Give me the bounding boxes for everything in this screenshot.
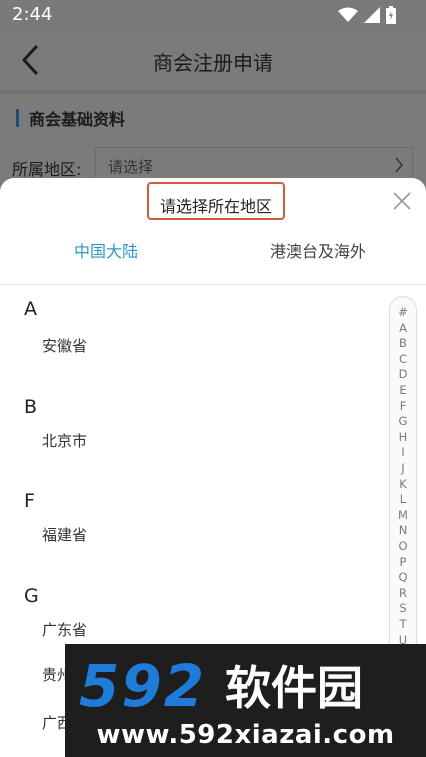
group-letter: B — [24, 396, 38, 418]
tabs-divider — [0, 284, 426, 285]
index-letter[interactable]: # — [390, 305, 416, 319]
group-letter: G — [24, 585, 39, 607]
index-letter[interactable]: L — [390, 492, 416, 506]
tab-mainland[interactable]: 中国大陆 — [74, 238, 138, 262]
section-accent-bar — [16, 109, 19, 127]
index-letter[interactable]: O — [390, 539, 416, 553]
status-bar: 2:44 — [0, 0, 426, 32]
status-icons — [338, 6, 396, 24]
watermark-logo: 592 软件园 — [75, 652, 415, 720]
index-letter[interactable]: Q — [390, 570, 416, 584]
close-icon[interactable] — [392, 191, 412, 211]
page-title: 商会注册申请 — [153, 51, 273, 75]
group-letter: A — [24, 298, 37, 320]
index-letter[interactable]: B — [390, 336, 416, 350]
index-letter[interactable]: P — [390, 555, 416, 569]
index-letter[interactable]: I — [390, 445, 416, 459]
tab-overseas[interactable]: 港澳台及海外 — [270, 238, 366, 262]
province-item[interactable]: 安徽省 — [42, 335, 87, 356]
region-label: 所属地区: — [12, 160, 82, 179]
index-letter[interactable]: C — [390, 352, 416, 366]
section-title: 商会基础资料 — [29, 110, 126, 129]
battery-icon — [386, 6, 396, 24]
index-letter[interactable]: G — [390, 414, 416, 428]
watermark-url: www.592xiazai.com — [96, 720, 395, 750]
index-letter[interactable]: S — [390, 601, 416, 615]
index-letter[interactable]: F — [390, 399, 416, 413]
app-bar-divider — [0, 90, 426, 94]
index-letter[interactable]: J — [390, 461, 416, 475]
index-letter[interactable]: M — [390, 508, 416, 522]
region-select-placeholder: 请选择 — [108, 158, 154, 176]
wifi-icon — [338, 7, 358, 23]
province-item[interactable]: 北京市 — [42, 430, 87, 451]
sheet-title: 请选择所在地区 — [159, 197, 272, 216]
watermark: 592 软件园 www.592xiazai.com — [65, 644, 426, 757]
index-letter[interactable]: T — [390, 617, 416, 631]
index-letter[interactable]: H — [390, 430, 416, 444]
index-letter[interactable]: E — [390, 383, 416, 397]
svg-text:软件园: 软件园 — [225, 661, 363, 715]
sheet-title-highlight: 请选择所在地区 — [147, 182, 285, 220]
group-letter: F — [24, 490, 35, 512]
chevron-right-icon — [394, 156, 404, 178]
index-letter[interactable]: K — [390, 477, 416, 491]
province-item[interactable]: 广东省 — [42, 619, 87, 640]
signal-icon — [364, 7, 380, 23]
province-item[interactable]: 福建省 — [42, 524, 87, 545]
status-time: 2:44 — [12, 4, 53, 25]
section-header: 商会基础资料 — [16, 107, 125, 129]
app-bar: 商会注册申请 — [0, 32, 426, 90]
screen: 2:44 商会注册申请 商会基础资料 所属地区: 请选择 请选择所在地区 中国大… — [0, 0, 426, 757]
svg-text:592: 592 — [79, 654, 206, 716]
index-letter[interactable]: N — [390, 523, 416, 537]
index-letter[interactable]: A — [390, 321, 416, 335]
index-letter[interactable]: R — [390, 586, 416, 600]
index-letter[interactable]: D — [390, 367, 416, 381]
